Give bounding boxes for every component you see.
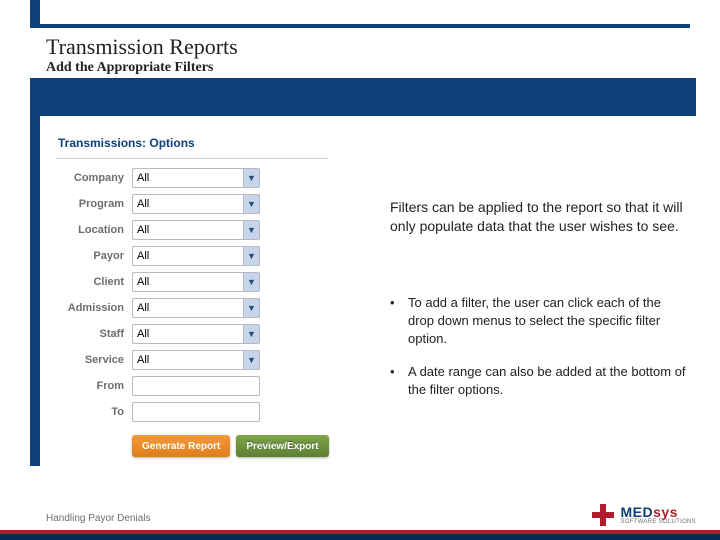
chevron-down-icon: ▼	[243, 351, 259, 369]
filter-label: Location	[52, 224, 132, 236]
background-side-band	[30, 116, 40, 466]
bullet-text: A date range can also be added at the bo…	[408, 363, 690, 399]
filter-label: Client	[52, 276, 132, 288]
filter-select-value: All	[137, 276, 149, 288]
filter-label: Company	[52, 172, 132, 184]
plus-icon	[592, 504, 614, 526]
brand-logo: MEDsys SOFTWARE SOLUTIONS	[592, 504, 696, 526]
header-accent-horizontal	[40, 24, 690, 28]
filter-select[interactable]: All ▼	[132, 220, 260, 240]
filter-row: Service All ▼	[52, 347, 332, 373]
bullet-dot-icon: •	[390, 294, 408, 349]
brand-tagline: SOFTWARE SOLUTIONS	[620, 519, 696, 525]
bullet-item: •To add a filter, the user can click eac…	[390, 294, 690, 349]
filter-label: Program	[52, 198, 132, 210]
filter-row: Client All ▼	[52, 269, 332, 295]
chevron-down-icon: ▼	[243, 273, 259, 291]
slide-subtitle: Add the Appropriate Filters	[46, 60, 213, 76]
filter-row: Payor All ▼	[52, 243, 332, 269]
slide-title: Transmission Reports	[46, 34, 238, 60]
filter-row: Admission All ▼	[52, 295, 332, 321]
chevron-down-icon: ▼	[243, 299, 259, 317]
brand-primary: MED	[620, 504, 653, 520]
filter-select[interactable]: All ▼	[132, 194, 260, 214]
filter-label: Admission	[52, 302, 132, 314]
filter-select-value: All	[137, 354, 149, 366]
preview-export-button[interactable]: Preview/Export	[236, 435, 328, 457]
brand-secondary: sys	[653, 504, 678, 520]
filter-label: To	[52, 406, 132, 418]
filter-panel-heading: Transmissions: Options	[52, 132, 332, 158]
chevron-down-icon: ▼	[243, 169, 259, 187]
filter-text-input[interactable]	[132, 402, 260, 422]
filter-select[interactable]: All ▼	[132, 246, 260, 266]
filter-text-input[interactable]	[132, 376, 260, 396]
filter-select[interactable]: All ▼	[132, 324, 260, 344]
filter-row: Location All ▼	[52, 217, 332, 243]
footer-navy-bar	[0, 534, 720, 540]
bullet-dot-icon: •	[390, 363, 408, 399]
chevron-down-icon: ▼	[243, 195, 259, 213]
chevron-down-icon: ▼	[243, 247, 259, 265]
filter-label: Staff	[52, 328, 132, 340]
filter-row: Company All ▼	[52, 165, 332, 191]
filter-row: To	[52, 399, 332, 425]
bullet-text: To add a filter, the user can click each…	[408, 294, 690, 349]
filter-select-value: All	[137, 198, 149, 210]
chevron-down-icon: ▼	[243, 221, 259, 239]
filter-select[interactable]: All ▼	[132, 350, 260, 370]
bullet-list: •To add a filter, the user can click eac…	[390, 294, 690, 413]
filter-panel: Transmissions: Options CompanyAll▼Progra…	[52, 132, 332, 487]
background-band	[30, 78, 696, 116]
filter-select-value: All	[137, 302, 149, 314]
brand-name: MEDsys	[620, 505, 696, 519]
filter-label: From	[52, 380, 132, 392]
header-accent-vertical	[30, 0, 40, 28]
filter-select-value: All	[137, 172, 149, 184]
filter-select-value: All	[137, 250, 149, 262]
filter-panel-divider	[56, 158, 328, 159]
explanation-text: Filters can be applied to the report so …	[390, 198, 690, 236]
filter-select-value: All	[137, 224, 149, 236]
filter-row: Program All ▼	[52, 191, 332, 217]
filter-row: Staff All ▼	[52, 321, 332, 347]
generate-report-button[interactable]: Generate Report	[132, 435, 230, 457]
footer-left-text: Handling Payor Denials	[46, 513, 151, 524]
filter-select[interactable]: All ▼	[132, 298, 260, 318]
filter-select[interactable]: All ▼	[132, 168, 260, 188]
filter-label: Payor	[52, 250, 132, 262]
filter-select-value: All	[137, 328, 149, 340]
filter-row: From	[52, 373, 332, 399]
filter-select[interactable]: All ▼	[132, 272, 260, 292]
bullet-item: •A date range can also be added at the b…	[390, 363, 690, 399]
filter-label: Service	[52, 354, 132, 366]
chevron-down-icon: ▼	[243, 325, 259, 343]
